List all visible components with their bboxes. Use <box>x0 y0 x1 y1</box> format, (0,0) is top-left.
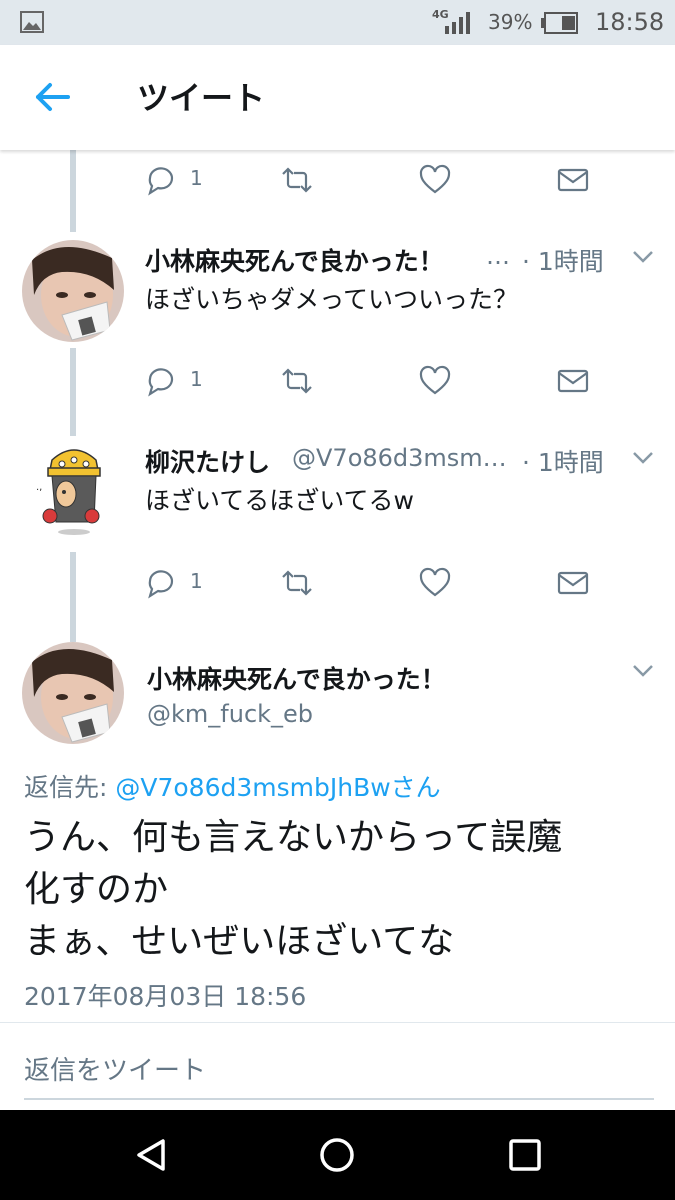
tweet-actions: 1 <box>0 563 675 603</box>
tweet-actions: 1 <box>0 361 675 401</box>
reply-icon[interactable] <box>144 164 178 196</box>
svg-text:.,: ., <box>36 482 42 493</box>
tweet-text: ほざいてるほざいてるw <box>145 486 414 515</box>
status-bar: 4G 39% 18:58 <box>0 0 675 45</box>
display-name[interactable]: 小林麻央死んで良かった！ <box>147 660 446 696</box>
avatar[interactable]: ., <box>22 440 124 542</box>
reply-count: 1 <box>190 367 203 391</box>
tweet-text: うん、何も言えないからって誤魔 化すのか まぁ、せいぜいほざいてな <box>24 812 664 968</box>
like-icon[interactable] <box>418 164 452 196</box>
navigation-bar <box>0 1110 675 1200</box>
reply-count: 1 <box>190 166 203 190</box>
retweet-icon[interactable] <box>280 567 314 599</box>
nav-recents-icon[interactable] <box>505 1135 545 1175</box>
tweet-text-line: 化すのか <box>24 869 169 910</box>
tweet-actions: 1 <box>0 160 675 200</box>
tweet-text-line: うん、何も言えないからって誤魔 <box>24 817 563 858</box>
back-arrow-icon[interactable] <box>32 81 72 113</box>
reply-to-label: 返信先: <box>24 773 116 802</box>
user-avatar-image <box>22 642 124 744</box>
like-icon[interactable] <box>418 365 452 397</box>
nav-home-icon[interactable] <box>317 1135 357 1175</box>
reply-input-underline <box>24 1098 654 1100</box>
avatar[interactable] <box>22 642 124 744</box>
signal-icon <box>445 12 470 34</box>
reply-to-link[interactable]: @V7o86d3msmbJhBwさん <box>115 773 440 802</box>
app-header: ツイート <box>0 45 675 150</box>
timestamp: · 1時間 <box>522 247 604 276</box>
gallery-notification-icon <box>20 11 44 33</box>
user-avatar-image <box>22 240 124 342</box>
battery-icon <box>541 12 578 34</box>
chevron-down-icon[interactable] <box>632 250 654 264</box>
tweet-text: ほざいちゃダメっていついった？ <box>145 285 519 314</box>
reply-icon[interactable] <box>144 567 178 599</box>
message-icon[interactable] <box>556 164 590 196</box>
retweet-icon[interactable] <box>280 164 314 196</box>
reply-context: 返信先: @V7o86d3msmbJhBwさん <box>24 768 441 804</box>
message-icon[interactable] <box>556 567 590 599</box>
username[interactable]: @V7o86d3msm… <box>292 444 507 472</box>
nav-back-icon[interactable] <box>131 1135 171 1175</box>
timestamp: · 1時間 <box>522 448 604 477</box>
display-name[interactable]: 柳沢たけし <box>145 443 270 479</box>
battery-percent: 39% <box>488 10 533 34</box>
reply-icon[interactable] <box>144 365 178 397</box>
display-name[interactable]: 小林麻央死んで良かった！ <box>145 242 444 278</box>
reply-input[interactable]: 返信をツイート <box>24 1050 206 1087</box>
username[interactable]: … <box>486 242 510 270</box>
chevron-down-icon[interactable] <box>632 664 654 678</box>
reply-count: 1 <box>190 569 203 593</box>
avatar[interactable] <box>22 240 124 342</box>
character-avatar-image: ., <box>22 440 124 542</box>
retweet-icon[interactable] <box>280 365 314 397</box>
tweet-text-line: まぁ、せいぜいほざいてな <box>24 921 455 962</box>
tweet-datetime: 2017年08月03日 18:56 <box>24 982 307 1011</box>
username[interactable]: @km_fuck_eb <box>147 700 313 728</box>
message-icon[interactable] <box>556 365 590 397</box>
divider <box>0 1022 675 1023</box>
chevron-down-icon[interactable] <box>632 451 654 465</box>
like-icon[interactable] <box>418 567 452 599</box>
page-title: ツイート <box>137 79 266 117</box>
clock: 18:58 <box>595 8 665 36</box>
